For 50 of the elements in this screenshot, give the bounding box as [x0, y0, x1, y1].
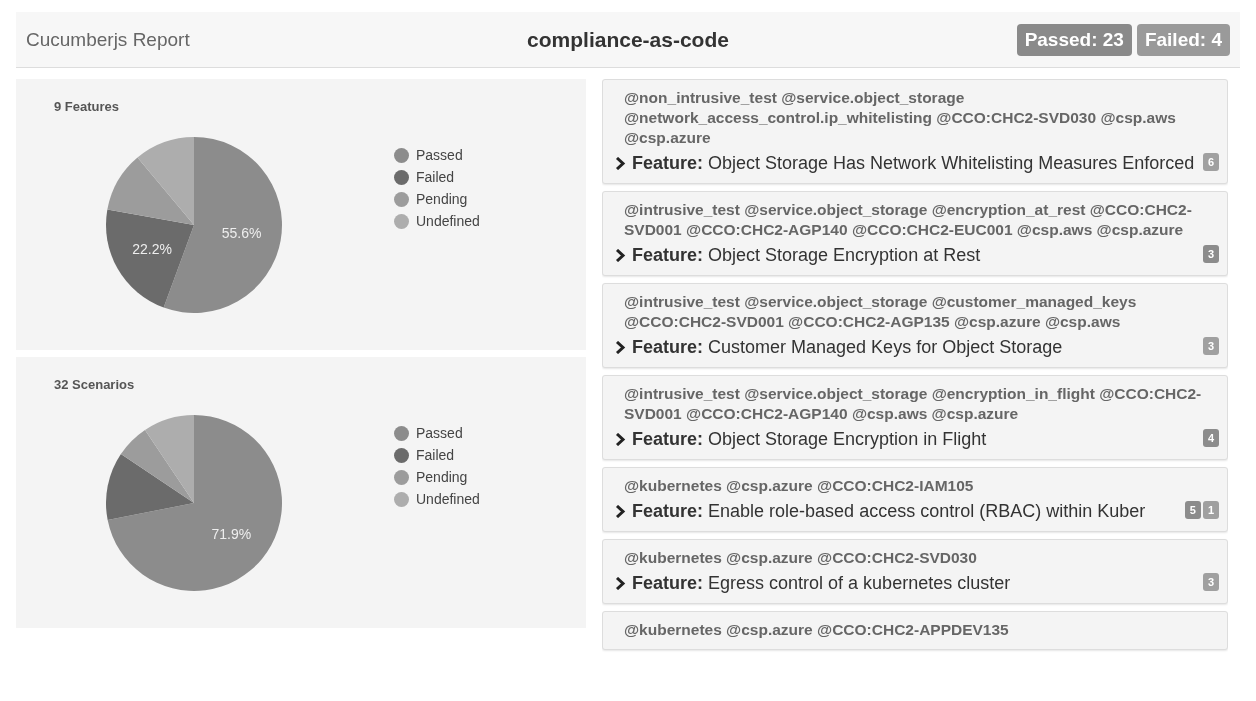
count-badge: 6 [1202, 153, 1219, 171]
feature-title: Feature: Customer Managed Keys for Object Storage [611, 337, 1197, 358]
feature-card[interactable]: @kubernetes @csp.azure @CCO:CHC2-APPDEV135 [602, 611, 1228, 650]
feature-tags: @kubernetes @csp.azure @CCO:CHC2-SVD030 [611, 548, 1219, 568]
feature-tags: @intrusive_test @service.object_storage @encryption_at_rest @CCO:CHC2-SVD001 @CCO:CHC2-AGP140 @CCO:CHC2-EUC001 @csp.aws @csp.azure [611, 200, 1219, 240]
feature-tags: @kubernetes @csp.azure @CCO:CHC2-APPDEV135 [611, 620, 1219, 640]
chevron-icon [615, 341, 626, 354]
count-badge: 5 [1184, 501, 1201, 519]
feature-card[interactable]: @kubernetes @csp.azure @CCO:CHC2-IAM105 Feature: Enable role-based access control (RBAC) within Kuber 5 1 [602, 467, 1228, 532]
feature-title: Feature: Object Storage Encryption at Rest [611, 245, 1197, 266]
slice-label: 55.6% [221, 225, 262, 242]
feature-title: Feature: Object Storage Has Network Whitelisting Measures Enforced [611, 153, 1197, 174]
feature-tags: @non_intrusive_test @service.object_storage @network_access_control.ip_whitelisting @CCO:CHC2-SVD030 @csp.aws @csp.azure [611, 88, 1219, 148]
feature-tags: @intrusive_test @service.object_storage @encryption_in_flight @CCO:CHC2-SVD001 @CCO:CHC2-AGP140 @csp.aws @csp.azure [611, 384, 1219, 424]
feature-tags: @intrusive_test @service.object_storage @customer_managed_keys @CCO:CHC2-SVD001 @CCO:CHC2-AGP135 @csp.azure @csp.aws [611, 292, 1219, 332]
legend-label: Passed [416, 425, 463, 441]
count-badge: 3 [1202, 337, 1219, 355]
legend-label: Pending [416, 469, 468, 485]
chevron-icon [615, 505, 626, 518]
feature-tags: @kubernetes @csp.azure @CCO:CHC2-IAM105 [611, 476, 1219, 496]
chart-title: 32 Scenarios [54, 377, 135, 392]
chevron-icon [615, 249, 626, 262]
summary-badge: Passed: 23 [1016, 23, 1132, 56]
legend-label: Undefined [416, 213, 480, 229]
chevron-icon [615, 433, 626, 446]
feature-title: Feature: Egress control of a kubernetes cluster [611, 573, 1197, 594]
feature-card[interactable]: @intrusive_test @service.object_storage @customer_managed_keys @CCO:CHC2-SVD001 @CCO:CHC2-AGP135 @csp.azure @csp.aws Feature: Customer Managed Keys for Object Storage 3 [602, 283, 1228, 368]
chevron-icon [615, 157, 626, 170]
count-badge: 3 [1202, 245, 1219, 263]
report-title: Cucumberjs Report [26, 28, 191, 51]
legend-label: Pending [416, 191, 468, 207]
legend-label: Undefined [416, 491, 480, 507]
feature-card[interactable]: @non_intrusive_test @service.object_storage @network_access_control.ip_whitelisting @CCO:CHC2-SVD030 @csp.aws @csp.azure Feature: Object Storage Has Network Whitelisting Measures Enforced 6 [602, 79, 1228, 184]
slice-label: 22.2% [132, 241, 172, 258]
count-badge: 3 [1202, 573, 1219, 591]
legend-label: Passed [416, 147, 463, 163]
count-badge: 4 [1202, 429, 1219, 447]
slice-label: 71.9% [211, 525, 252, 542]
summary-badge: Failed: 4 [1136, 23, 1230, 56]
legend-label: Failed [416, 447, 455, 463]
feature-title: Feature: Object Storage Encryption in Flight [611, 429, 1197, 450]
chevron-icon [615, 577, 626, 590]
feature-card[interactable]: @intrusive_test @service.object_storage @encryption_in_flight @CCO:CHC2-SVD001 @CCO:CHC2-AGP140 @csp.aws @csp.azure Feature: Object Storage Encryption in Flight 4 [602, 375, 1228, 460]
feature-title: Feature: Enable role-based access control (RBAC) within Kuber [611, 501, 1179, 522]
legend-label: Failed [416, 169, 455, 185]
feature-card[interactable]: @intrusive_test @service.object_storage @encryption_at_rest @CCO:CHC2-SVD001 @CCO:CHC2-AGP140 @CCO:CHC2-EUC001 @csp.aws @csp.azure Feature: Object Storage Encryption at Rest 3 [602, 191, 1228, 276]
feature-card[interactable]: @kubernetes @csp.azure @CCO:CHC2-SVD030 Feature: Egress control of a kubernetes cluster 3 [602, 539, 1228, 604]
chart-title: 9 Features [54, 99, 120, 114]
count-badge: 1 [1202, 501, 1219, 519]
project-name: compliance-as-code [527, 27, 729, 52]
